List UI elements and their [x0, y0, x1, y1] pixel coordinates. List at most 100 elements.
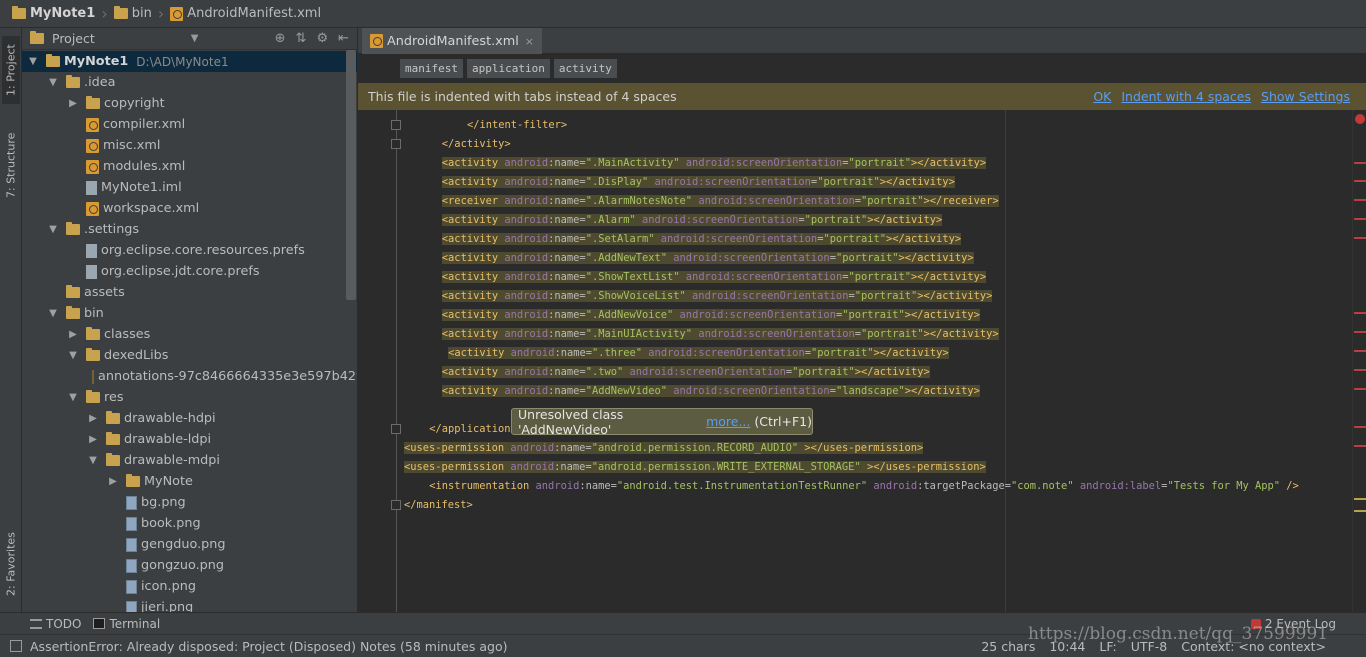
- tree-item[interactable]: workspace.xml: [22, 198, 357, 219]
- code-line: <receiver android:name=".AlarmNotesNote"…: [441, 192, 999, 211]
- code-token: android:screenOrientation: [654, 233, 818, 245]
- tree-item[interactable]: ▶ drawable-ldpi: [22, 429, 357, 450]
- tree-item[interactable]: org.eclipse.jdt.core.prefs: [22, 261, 357, 282]
- nav-crumb-project[interactable]: MyNote1: [8, 6, 99, 21]
- tree-item[interactable]: annotations-97c8466664335e3e597b429: [22, 366, 357, 387]
- error-marker[interactable]: [1354, 369, 1366, 371]
- fold-marker-icon[interactable]: [391, 139, 401, 149]
- tool-windows-toggle-icon[interactable]: [10, 640, 22, 652]
- error-marker[interactable]: [1354, 199, 1366, 201]
- hide-panel-icon[interactable]: ⇤: [338, 31, 349, 46]
- expand-arrow-icon[interactable]: ▼: [66, 392, 80, 403]
- error-marker[interactable]: [1354, 237, 1366, 239]
- tree-item[interactable]: gengduo.png: [22, 534, 357, 555]
- error-marker[interactable]: [1354, 426, 1366, 428]
- close-icon[interactable]: ×: [525, 35, 534, 48]
- chevron-down-icon[interactable]: ▼: [191, 33, 199, 44]
- breadcrumb-activity[interactable]: activity: [553, 58, 617, 78]
- tree-item[interactable]: ▼ MyNote1 D:\AD\MyNote1: [22, 51, 357, 72]
- tab-android-manifest[interactable]: AndroidManifest.xml ×: [362, 28, 542, 54]
- error-status-icon[interactable]: [1355, 114, 1365, 124]
- expand-arrow-icon[interactable]: ▼: [66, 350, 80, 361]
- expand-arrow-icon[interactable]: ▼: [46, 308, 60, 319]
- right-margin-guide: [1005, 110, 1006, 612]
- tree-item[interactable]: assets: [22, 282, 357, 303]
- project-view-selector[interactable]: Project: [52, 31, 95, 46]
- tree-item[interactable]: icon.png: [22, 576, 357, 597]
- nav-crumb-folder[interactable]: bin: [110, 6, 156, 21]
- tree-item-label: bin: [84, 306, 104, 321]
- error-marker[interactable]: [1354, 180, 1366, 182]
- fold-marker-icon[interactable]: [391, 424, 401, 434]
- error-marker[interactable]: [1354, 312, 1366, 314]
- gear-icon[interactable]: ⚙: [316, 31, 328, 46]
- error-marker[interactable]: [1354, 331, 1366, 333]
- collapse-arrow-icon[interactable]: ▶: [66, 98, 80, 109]
- error-marker[interactable]: [1354, 350, 1366, 352]
- warning-marker[interactable]: [1354, 498, 1366, 500]
- ok-link[interactable]: OK: [1093, 89, 1111, 104]
- collapse-arrow-icon[interactable]: ▶: [66, 329, 80, 340]
- collapse-all-icon[interactable]: ⇅: [296, 31, 307, 46]
- code-token: <uses-permission: [404, 442, 511, 454]
- tab-project-tool[interactable]: 1: Project: [2, 36, 20, 104]
- tree-item[interactable]: ▶ copyright: [22, 93, 357, 114]
- tree-item[interactable]: ▶ classes: [22, 324, 357, 345]
- tree-item[interactable]: ▶ MyNote: [22, 471, 357, 492]
- show-settings-link[interactable]: Show Settings: [1261, 89, 1350, 104]
- expand-arrow-icon[interactable]: ▼: [86, 455, 100, 466]
- fold-marker-icon[interactable]: [391, 500, 401, 510]
- code-line: <activity android:name=".Alarm" android:…: [441, 211, 943, 230]
- breadcrumb-application[interactable]: application: [466, 58, 550, 78]
- scroll-from-source-icon[interactable]: ⊕: [275, 31, 286, 46]
- code-line: <activity android:name=".two" android:sc…: [441, 363, 930, 382]
- code-editor[interactable]: </intent-filter> </activity> <activity and…: [358, 110, 1366, 612]
- breadcrumb-manifest[interactable]: manifest: [400, 58, 463, 78]
- tree-item[interactable]: ▼ .idea: [22, 72, 357, 93]
- tree-item[interactable]: ▼ drawable-mdpi: [22, 450, 357, 471]
- indent-with-spaces-link[interactable]: Indent with 4 spaces: [1121, 89, 1251, 104]
- tree-item[interactable]: jieri.png: [22, 597, 357, 612]
- code-token: ></activity>: [879, 176, 955, 188]
- tree-item[interactable]: gongzuo.png: [22, 555, 357, 576]
- expand-arrow-icon[interactable]: ▼: [26, 56, 40, 67]
- tree-item[interactable]: ▼ bin: [22, 303, 357, 324]
- error-marker[interactable]: [1354, 388, 1366, 390]
- tree-item[interactable]: org.eclipse.core.resources.prefs: [22, 240, 357, 261]
- project-tree-scrollbar[interactable]: [346, 50, 356, 300]
- expand-arrow-icon[interactable]: ▼: [46, 77, 60, 88]
- tree-item[interactable]: modules.xml: [22, 156, 357, 177]
- tree-item[interactable]: bg.png: [22, 492, 357, 513]
- tab-structure-tool[interactable]: 7: Structure: [2, 126, 20, 204]
- error-stripe[interactable]: [1352, 110, 1366, 612]
- tab-favorites-tool[interactable]: 2: Favorites: [2, 524, 20, 604]
- tooltip-more-link[interactable]: more...: [706, 414, 750, 429]
- nav-crumb-file[interactable]: AndroidManifest.xml: [166, 6, 325, 21]
- tree-item[interactable]: compiler.xml: [22, 114, 357, 135]
- todo-tool-button[interactable]: TODO: [30, 617, 81, 631]
- tree-item[interactable]: ▶ drawable-hdpi: [22, 408, 357, 429]
- xml-file-icon: [86, 138, 99, 153]
- error-marker[interactable]: [1354, 162, 1366, 164]
- collapse-arrow-icon[interactable]: ▶: [86, 434, 100, 445]
- collapse-arrow-icon[interactable]: ▶: [86, 413, 100, 424]
- tree-item[interactable]: MyNote1.iml: [22, 177, 357, 198]
- code-token: <activity: [441, 214, 505, 226]
- code-token: <receiver: [441, 195, 505, 207]
- tree-item-label: .settings: [84, 222, 140, 237]
- tree-item[interactable]: ▼ .settings: [22, 219, 357, 240]
- tree-item-label: jieri.png: [141, 600, 194, 612]
- tree-item[interactable]: book.png: [22, 513, 357, 534]
- status-message[interactable]: AssertionError: Already disposed: Projec…: [30, 639, 507, 654]
- expand-arrow-icon[interactable]: ▼: [46, 224, 60, 235]
- warning-marker[interactable]: [1354, 510, 1366, 512]
- error-marker[interactable]: [1354, 445, 1366, 447]
- code-token: "android.permission.RECORD_AUDIO": [591, 442, 799, 454]
- error-marker[interactable]: [1354, 218, 1366, 220]
- collapse-arrow-icon[interactable]: ▶: [106, 476, 120, 487]
- tree-item[interactable]: ▼ dexedLibs: [22, 345, 357, 366]
- fold-marker-icon[interactable]: [391, 120, 401, 130]
- terminal-tool-button[interactable]: Terminal: [93, 617, 160, 631]
- tree-item[interactable]: misc.xml: [22, 135, 357, 156]
- tree-item[interactable]: ▼ res: [22, 387, 357, 408]
